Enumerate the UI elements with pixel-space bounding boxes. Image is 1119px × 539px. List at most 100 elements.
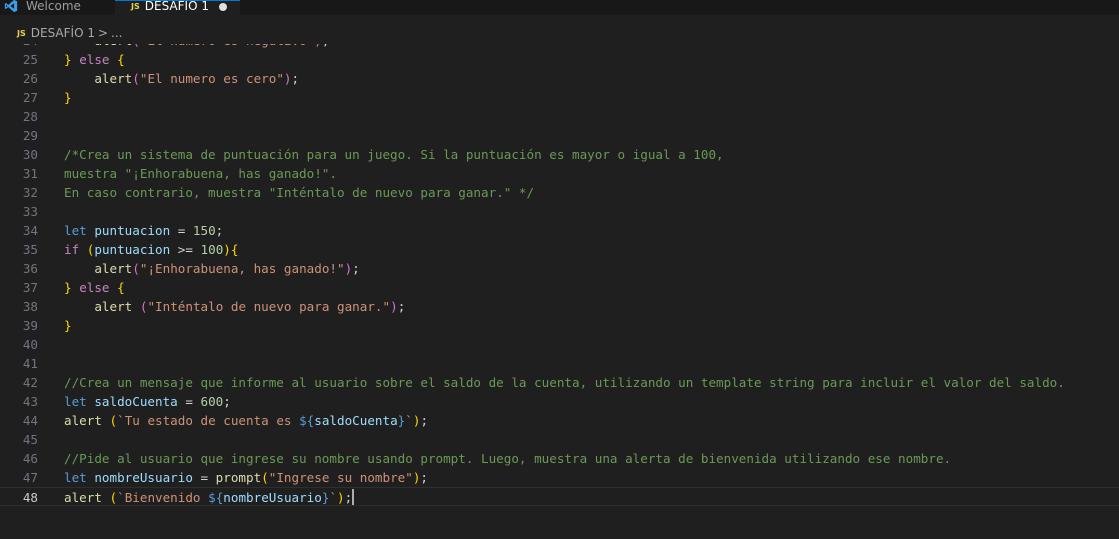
line-code: } else { xyxy=(64,50,125,69)
code-token: saldoCuenta xyxy=(94,394,178,409)
code-line[interactable]: 42 //Crea un mensaje que informe al usuar… xyxy=(0,373,1119,392)
code-token: //Pide al usuario que ingrese su nombre … xyxy=(64,451,952,466)
code-token: ( xyxy=(132,44,140,48)
js-file-icon: JS xyxy=(17,28,26,38)
code-token: "Ingrese su nombre" xyxy=(268,470,413,485)
line-code: } else { xyxy=(64,278,125,297)
code-token: nombreUsuario xyxy=(223,490,322,505)
code-token: } xyxy=(64,90,72,105)
code-editor[interactable]: 24 alert("El numero es negativo");25} el… xyxy=(0,44,1119,539)
js-file-icon: JS xyxy=(131,2,140,11)
code-token: alert xyxy=(64,490,102,505)
code-token: if xyxy=(64,242,80,257)
line-number: 25 xyxy=(22,52,38,67)
code-token: { xyxy=(117,52,125,67)
code-line[interactable]: 28 xyxy=(0,107,1119,126)
code-token: 150 xyxy=(192,223,216,238)
code-token: ; xyxy=(397,299,406,314)
code-line[interactable]: 38 alert ("Inténtalo de nuevo para ganar… xyxy=(0,297,1119,316)
line-number: 39 xyxy=(22,318,38,333)
code-token: ; xyxy=(420,413,429,428)
line-code: //Crea un mensaje que informe al usuario… xyxy=(64,373,1065,392)
tab-desafio-1[interactable]: JS DESAFIO 1 xyxy=(115,0,240,15)
text-cursor xyxy=(352,489,355,505)
code-token: ; xyxy=(215,223,224,238)
code-token: //Crea un mensaje que informe al usuario… xyxy=(64,375,1065,390)
line-number: 48 xyxy=(22,490,38,505)
code-token: { xyxy=(117,280,125,295)
code-token: puntuacion xyxy=(94,223,171,238)
line-number: 30 xyxy=(22,147,38,162)
code-line[interactable]: 30 /*Crea un sistema de puntuación para u… xyxy=(0,145,1119,164)
code-token: } xyxy=(64,280,72,295)
breadcrumb-file[interactable]: DESAFÍO 1 xyxy=(31,26,95,40)
line-code: /*Crea un sistema de puntuación para un … xyxy=(64,145,724,164)
unsaved-dot-icon[interactable] xyxy=(218,2,227,11)
line-number: 35 xyxy=(22,242,38,257)
breadcrumb-symbols[interactable]: ... xyxy=(111,26,122,40)
code-line[interactable]: 37} else { xyxy=(0,278,1119,297)
code-token: else xyxy=(79,280,110,295)
code-line[interactable]: 33 xyxy=(0,202,1119,221)
line-number: 37 xyxy=(22,280,38,295)
line-code: alert ("Inténtalo de nuevo para ganar.")… xyxy=(64,297,405,316)
code-token: ) xyxy=(337,490,345,505)
code-token: ` xyxy=(329,490,338,505)
code-token: alert xyxy=(94,44,132,48)
code-line[interactable]: 25 } else { xyxy=(0,50,1119,69)
code-line[interactable]: 29 xyxy=(0,126,1119,145)
code-token: alert xyxy=(94,299,133,314)
code-line[interactable]: 36 alert("¡Enhorabuena, has ganado!"); xyxy=(0,259,1119,278)
code-line[interactable]: 31 muestra "¡Enhorabuena, has ganado!". xyxy=(0,164,1119,183)
line-number: 47 xyxy=(22,470,38,485)
code-token: puntuacion xyxy=(94,242,171,257)
code-line[interactable]: 26 alert("El numero es cero"); xyxy=(0,69,1119,88)
line-number: 38 xyxy=(22,299,38,314)
code-line[interactable]: 41 xyxy=(0,354,1119,373)
code-token: saldoCuenta xyxy=(314,413,398,428)
code-token: ; xyxy=(291,71,300,86)
line-number: 33 xyxy=(22,204,38,219)
code-token: let xyxy=(64,470,87,485)
code-token: >= xyxy=(170,242,201,257)
code-line[interactable]: 35 if (puntuacion >= 100){ xyxy=(0,240,1119,259)
tab-welcome[interactable]: Welcome xyxy=(0,0,115,15)
code-token: 600 xyxy=(200,394,224,409)
line-number: 28 xyxy=(22,109,38,124)
code-line[interactable]: 43 let saldoCuenta = 600; xyxy=(0,392,1119,411)
code-token: = xyxy=(177,394,201,409)
line-number: 46 xyxy=(22,451,38,466)
code-line[interactable]: 40 xyxy=(0,335,1119,354)
code-token: ( xyxy=(109,413,118,428)
code-token: prompt xyxy=(215,470,262,485)
line-code: if (puntuacion >= 100){ xyxy=(64,240,238,259)
code-line[interactable]: 45 xyxy=(0,430,1119,449)
code-line[interactable]: 27} xyxy=(0,88,1119,107)
code-token: } xyxy=(64,52,72,67)
code-line[interactable]: 34 let puntuacion = 150; xyxy=(0,221,1119,240)
code-token: "El numero es cero" xyxy=(139,71,284,86)
tab-bar: Welcome JS DESAFIO 1 xyxy=(0,0,1119,15)
code-line[interactable]: 32 En caso contrario, muestra "Inténtalo … xyxy=(0,183,1119,202)
code-token: "El numero es negativo" xyxy=(140,44,314,48)
code-token: ; xyxy=(352,261,360,276)
code-line[interactable]: 44 alert (`Tu estado de cuenta es ${saldo… xyxy=(0,411,1119,430)
line-number: 36 xyxy=(22,261,38,276)
code-line[interactable]: 39} xyxy=(0,316,1119,335)
line-code: muestra "¡Enhorabuena, has ganado!". xyxy=(64,164,337,183)
code-line[interactable]: 46 //Pide al usuario que ingrese su nombr… xyxy=(0,449,1119,468)
code-token: = xyxy=(170,223,193,238)
line-code: let nombreUsuario = prompt("Ingrese su n… xyxy=(64,468,428,487)
line-code: let saldoCuenta = 600; xyxy=(64,392,231,411)
code-line[interactable]: 47 let nombreUsuario = prompt("Ingrese su… xyxy=(0,468,1119,487)
code-line[interactable]: 48 alert (`Bienvenido ${nombreUsuario}`); xyxy=(0,487,1119,506)
code-token: ( xyxy=(109,490,118,505)
line-number: 45 xyxy=(22,432,38,447)
